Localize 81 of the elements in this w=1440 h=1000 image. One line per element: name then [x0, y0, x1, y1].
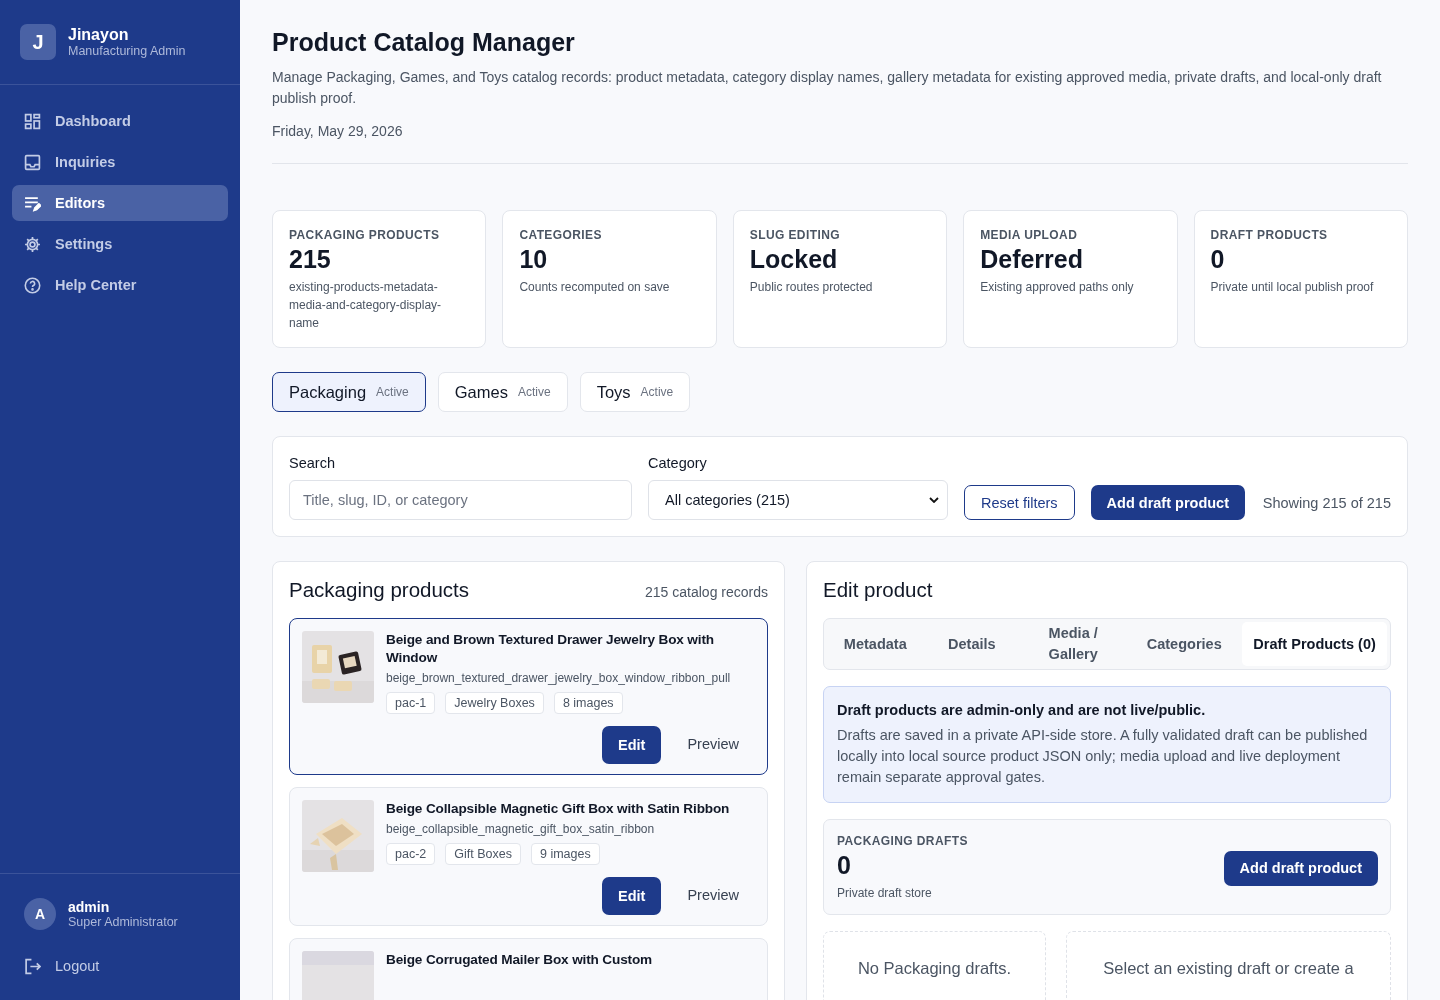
nav-item[interactable]: Help Center: [12, 267, 228, 303]
product-title: Beige Corrugated Mailer Box with Custom: [386, 951, 654, 969]
stat-value: Locked: [749, 245, 839, 274]
panel-title: Edit product: [823, 578, 934, 602]
edit-button[interactable]: Edit: [602, 726, 662, 764]
stat-note: Counts recomputed on save: [519, 279, 671, 296]
editor-tab[interactable]: Details: [923, 622, 1021, 666]
search-field[interactable]: Title, slug, ID, or category: [289, 480, 632, 520]
nav-item[interactable]: Editors: [12, 185, 228, 221]
reset-filters-button[interactable]: Reset filters: [964, 485, 1075, 520]
editor-tab[interactable]: Draft Products (0): [1242, 622, 1387, 666]
stat-note: Public routes protected: [749, 279, 874, 296]
notice-text: Drafts are saved in a private API-side store. A fully validated draft can be published locally into local source product JSON only; media upload and live deployment remain separate approval gates.: [837, 726, 1369, 787]
preview-button[interactable]: Preview: [671, 877, 755, 912]
panel-title: Packaging products: [289, 578, 470, 602]
product-tag: 8 images: [553, 692, 623, 714]
drafts-label: PACKAGING DRAFTS: [837, 834, 968, 848]
logout-link[interactable]: Logout: [12, 948, 228, 984]
settings-icon: [24, 235, 41, 253]
search-label: Search: [289, 455, 336, 471]
add-draft-button[interactable]: Add draft product: [1090, 485, 1245, 520]
catalog-tab[interactable]: Packaging Active: [272, 372, 426, 412]
preview-button[interactable]: Preview: [671, 726, 755, 761]
page-description: Manage Packaging, Games, and Toys catalog records: product metadata, category display names, gallery metadata for existing approved media, private drafts, and local-only draft publish proof.: [272, 68, 1383, 108]
editor-tab[interactable]: Media / Gallery: [1020, 622, 1127, 666]
add-draft-button[interactable]: Add draft product: [1223, 850, 1378, 886]
stat-label: CATEGORIES: [519, 228, 603, 242]
category-select[interactable]: All categories (215): [648, 480, 948, 520]
product-tag: Gift Boxes: [445, 843, 521, 865]
record-count: 215 catalog records: [645, 584, 768, 600]
brand-name: Jinayon: [68, 26, 130, 44]
user-role: Super Administrator: [68, 915, 178, 929]
logout-icon: [24, 957, 41, 975]
stat-label: MEDIA UPLOAD: [980, 228, 1079, 242]
catalog-tab[interactable]: Toys Active: [579, 372, 691, 412]
nav-item[interactable]: Inquiries: [12, 144, 228, 180]
catalog-tab[interactable]: Games Active: [437, 372, 568, 412]
product-title: Beige and Brown Textured Drawer Jewelry Box with Window: [386, 631, 715, 667]
editor-tab[interactable]: Categories: [1126, 622, 1243, 666]
editor-tab[interactable]: Metadata: [827, 622, 924, 666]
stat-note: Existing approved paths only: [980, 279, 1135, 296]
stat-note: Private until local publish proof: [1210, 279, 1375, 296]
chevron-icon: [929, 497, 939, 503]
product-title: Beige Collapsible Magnetic Gift Box with Satin Ribbon: [386, 800, 731, 818]
stat-note: existing-products-metadata-media-and-category-display-name: [289, 279, 443, 332]
empty-message: No Packaging drafts.: [857, 959, 1012, 977]
product-card[interactable]: Beige Collapsible Magnetic Gift Box with Satin Ribbon beige_collapsible_magnetic_gift_box_satin_ribbon pac-2 Gift Boxes 9 images Edit Preview: [289, 787, 768, 926]
stat-label: DRAFT PRODUCTS: [1210, 228, 1329, 242]
brand-logo: J: [20, 24, 56, 60]
dashboard-icon: [24, 112, 41, 130]
brand-subtitle: Manufacturing Admin: [68, 44, 186, 58]
product-tag: 9 images: [530, 843, 600, 865]
stat-value: 10: [519, 245, 549, 274]
product-tag: pac-1: [386, 692, 436, 714]
nav-item[interactable]: Settings: [12, 226, 228, 262]
user-name: admin: [68, 899, 111, 915]
inbox-icon: [24, 153, 41, 171]
product-tag: pac-2: [386, 843, 436, 865]
date-text: Friday, May 29, 2026: [272, 123, 404, 139]
list-edit-icon: [24, 194, 41, 212]
stat-value: 215: [289, 245, 332, 274]
product-tag: Jewelry Boxes: [445, 692, 544, 714]
user-avatar: A: [24, 898, 56, 930]
product-card[interactable]: Beige and Brown Textured Drawer Jewelry Box with Window beige_brown_textured_drawer_jewelry_box_window_ribbon_pull pac-1 Jewelry Boxes 8 images Edit Preview: [289, 618, 768, 775]
product-card[interactable]: Beige Corrugated Mailer Box with Custom: [289, 938, 768, 1000]
notice-title: Draft products are admin-only and are not live/public.: [837, 702, 1206, 718]
nav-item[interactable]: Dashboard: [12, 103, 228, 139]
product-slug: beige_brown_textured_drawer_jewelry_box_window_ribbon_pull: [386, 671, 732, 685]
page-title: Product Catalog Manager: [272, 28, 576, 57]
result-count: Showing 215 of 215: [1262, 495, 1391, 513]
category-label: Category: [648, 455, 708, 471]
drafts-count: 0: [837, 851, 852, 880]
empty-message: Select an existing draft or create a: [1103, 959, 1354, 977]
drafts-note: Private draft store: [837, 885, 933, 902]
stat-label: SLUG EDITING: [749, 228, 841, 242]
help-icon: [24, 276, 41, 294]
stat-value: Deferred: [980, 245, 1084, 274]
stat-value: 0: [1210, 245, 1226, 274]
edit-button[interactable]: Edit: [602, 877, 662, 915]
product-slug: beige_collapsible_magnetic_gift_box_satin_ribbon: [386, 822, 656, 836]
stat-label: PACKAGING PRODUCTS: [289, 228, 441, 242]
